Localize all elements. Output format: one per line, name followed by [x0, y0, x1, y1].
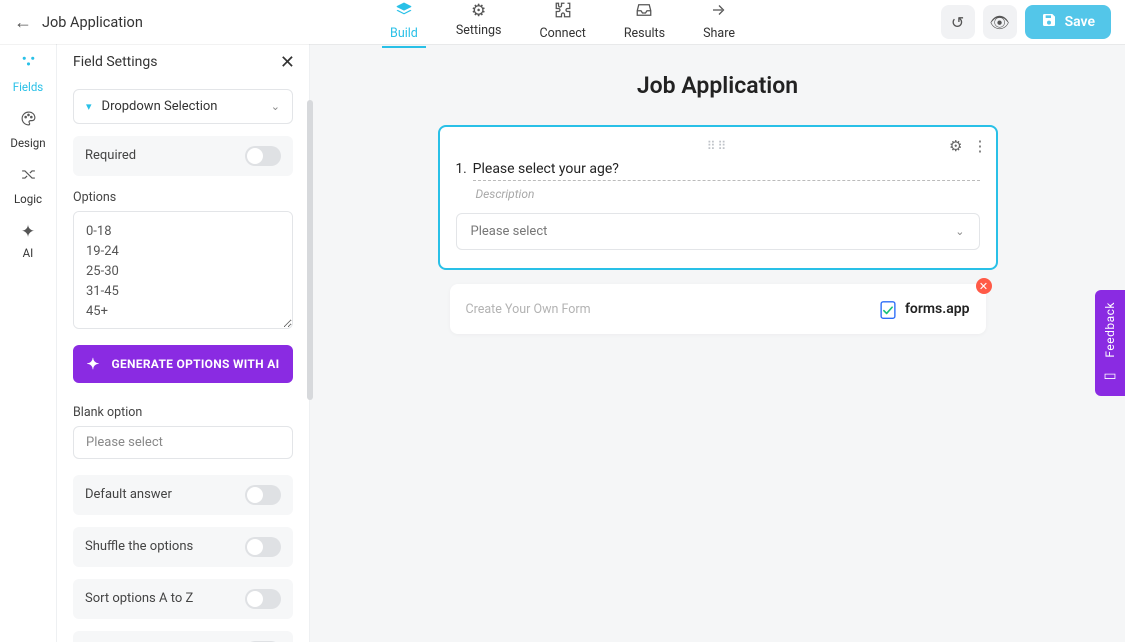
default-answer-label: Default answer [85, 487, 172, 502]
feedback-label: Feedback [1103, 302, 1117, 358]
sort-toggle[interactable] [245, 589, 281, 609]
form-title[interactable]: Job Application [310, 72, 1125, 99]
sparkle-icon: ✦ [21, 222, 35, 242]
default-answer-row: Default answer [73, 475, 293, 515]
blank-option-label: Blank option [73, 405, 293, 420]
drag-handle-icon[interactable]: ⠿⠿ [456, 139, 980, 153]
gear-icon[interactable]: ⚙ [949, 137, 962, 155]
inbox-icon [635, 1, 653, 24]
field-settings-panel: Field Settings ✕ ▾ Dropdown Selection ⌄ … [57, 44, 310, 642]
shuffle-label: Shuffle the options [85, 539, 193, 554]
rail-design[interactable]: Design [10, 110, 45, 150]
save-button[interactable]: Save [1025, 5, 1111, 39]
nav-connect[interactable]: Connect [538, 0, 588, 47]
generate-ai-label: GENERATE OPTIONS WITH AI [111, 357, 279, 371]
field-type-select[interactable]: ▾ Dropdown Selection ⌄ [73, 89, 293, 124]
rail-fields[interactable]: Fields [13, 54, 43, 94]
feedback-tab[interactable]: Feedback ▭ [1095, 290, 1125, 396]
share-icon [710, 1, 728, 24]
nav-build-label: Build [390, 26, 418, 41]
panel-title: Field Settings [73, 54, 157, 70]
shuffle-toggle[interactable] [245, 537, 281, 557]
rail-ai-label: AI [23, 246, 34, 260]
rail-ai[interactable]: ✦ AI [21, 222, 35, 260]
feedback-icon: ▭ [1103, 368, 1116, 384]
field-card[interactable]: ⠿⠿ ⚙ ⋮ 1. Please select your age? Descri… [438, 125, 998, 270]
generate-ai-button[interactable]: ✦ GENERATE OPTIONS WITH AI [73, 345, 293, 383]
eye-icon: 👁 [989, 13, 1009, 32]
field-type-label: Dropdown Selection [102, 99, 261, 114]
dropdown-placeholder: Please select [471, 224, 548, 239]
fields-icon [20, 54, 37, 76]
puzzle-icon [554, 1, 572, 24]
nav-results-label: Results [624, 26, 665, 41]
page-title: Job Application [42, 14, 143, 31]
dropdown-preview[interactable]: Please select ⌄ [456, 213, 980, 250]
palette-icon [20, 110, 37, 132]
branding-cta[interactable]: Create Your Own Form [466, 302, 591, 317]
preview-button[interactable]: 👁 [983, 5, 1017, 39]
gear-icon: ⚙ [471, 1, 486, 21]
required-row: Required [73, 136, 293, 176]
logo-icon [877, 299, 899, 321]
rail-fields-label: Fields [13, 80, 43, 94]
topbar: ← Job Application Build ⚙ Settings Conne… [0, 0, 1125, 44]
required-toggle[interactable] [245, 146, 281, 166]
question-number: 1. [456, 161, 467, 181]
left-rail: Fields Design Logic ✦ AI [0, 44, 57, 642]
other-option-row: Add other option [73, 631, 293, 642]
options-label: Options [73, 190, 293, 205]
chevron-down-icon: ⌄ [955, 225, 964, 238]
nav-settings-label: Settings [456, 23, 502, 38]
required-label: Required [85, 148, 136, 163]
nav-share-label: Share [703, 26, 735, 41]
sort-label: Sort options A to Z [85, 591, 193, 606]
nav-settings[interactable]: ⚙ Settings [454, 0, 504, 47]
options-textarea[interactable] [73, 211, 293, 329]
question-description[interactable]: Description [476, 187, 980, 201]
layers-icon [395, 1, 413, 24]
back-arrow-icon[interactable]: ← [14, 12, 32, 33]
formsapp-logo[interactable]: forms.app [877, 298, 970, 320]
save-button-label: Save [1065, 14, 1095, 30]
question-text[interactable]: Please select your age? [473, 161, 980, 181]
nav-build[interactable]: Build [388, 0, 420, 47]
save-icon [1041, 12, 1057, 32]
default-answer-toggle[interactable] [245, 485, 281, 505]
branding-card: ✕ Create Your Own Form forms.app [450, 284, 986, 334]
more-vertical-icon[interactable]: ⋮ [973, 137, 988, 155]
rail-logic[interactable]: Logic [14, 166, 42, 206]
shuffle-row: Shuffle the options [73, 527, 293, 567]
nav-connect-label: Connect [540, 26, 586, 41]
rail-logic-label: Logic [14, 192, 42, 206]
sort-row: Sort options A to Z [73, 579, 293, 619]
chevron-down-icon: ▾ [86, 100, 92, 113]
shuffle-icon [20, 166, 37, 188]
chevron-down-icon: ⌄ [271, 100, 280, 113]
rail-design-label: Design [10, 136, 45, 150]
history-icon: ↺ [951, 13, 964, 32]
workspace: Fields Design Logic ✦ AI Field Settings … [0, 44, 1125, 642]
nav-results[interactable]: Results [622, 0, 667, 47]
logo-text: forms.app [905, 301, 970, 317]
close-icon[interactable]: ✕ [280, 52, 295, 73]
form-canvas: Job Application ⠿⠿ ⚙ ⋮ 1. Please select … [310, 44, 1125, 642]
remove-branding-button[interactable]: ✕ [976, 278, 992, 294]
history-button[interactable]: ↺ [941, 5, 975, 39]
blank-option-input[interactable] [73, 426, 293, 459]
top-nav: Build ⚙ Settings Connect Results [388, 0, 737, 47]
nav-share[interactable]: Share [701, 0, 737, 47]
sparkle-icon: ✦ [87, 355, 100, 373]
